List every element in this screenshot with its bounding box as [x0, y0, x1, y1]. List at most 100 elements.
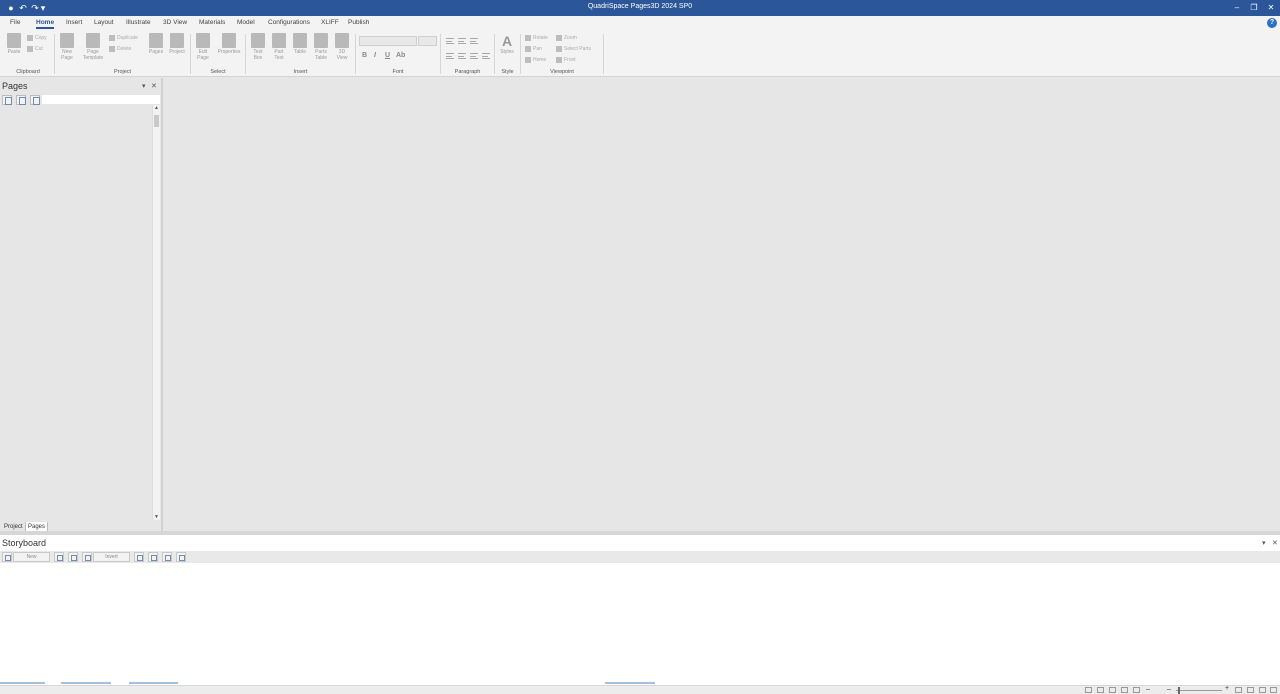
- zoom-slider[interactable]: [1176, 687, 1222, 694]
- parts-table-button[interactable]: Parts Table: [311, 33, 331, 61]
- page-up-icon[interactable]: [16, 95, 26, 105]
- camera-icon[interactable]: [1121, 687, 1128, 693]
- snap-icon[interactable]: [1109, 687, 1116, 693]
- cut-button[interactable]: Cut: [27, 45, 43, 53]
- zoom-button[interactable]: Zoom: [556, 34, 577, 42]
- minimize-button[interactable]: –: [1228, 0, 1246, 16]
- pages-panel-pin-icon[interactable]: ▾: [142, 82, 146, 90]
- scroll-up-icon[interactable]: ▲: [154, 105, 159, 111]
- edit-page-button[interactable]: Edit Page: [193, 33, 213, 61]
- align-left-icon[interactable]: [446, 53, 454, 59]
- tab-3d-view[interactable]: 3D View: [163, 19, 187, 26]
- tab-file[interactable]: File: [10, 19, 20, 26]
- properties-button[interactable]: Properties: [215, 33, 243, 55]
- status-minus-icon[interactable]: –: [1146, 686, 1150, 693]
- zoom-slider-knob[interactable]: [1178, 687, 1181, 694]
- storyboard-tab-marker: [0, 682, 45, 684]
- storyboard-pin-icon[interactable]: ▾: [1262, 539, 1266, 547]
- page-down-icon[interactable]: [30, 95, 40, 105]
- text-box-button[interactable]: Text Box: [248, 33, 268, 61]
- table-button[interactable]: Table: [290, 33, 310, 55]
- pages-list[interactable]: [0, 105, 152, 520]
- zoom-out-button[interactable]: –: [1167, 686, 1171, 693]
- justify-icon[interactable]: [482, 53, 490, 59]
- tab-publish[interactable]: Publish: [348, 19, 369, 26]
- tab-layout[interactable]: Layout: [94, 19, 114, 26]
- bullet-list-icon[interactable]: [446, 38, 454, 44]
- copy-button[interactable]: Copy: [27, 34, 47, 42]
- storyboard-expand-icon[interactable]: [134, 552, 144, 562]
- pages-panel-close-icon[interactable]: ✕: [151, 82, 157, 90]
- tab-model[interactable]: Model: [237, 19, 255, 26]
- full-screen-icon[interactable]: [1270, 687, 1277, 693]
- restore-button[interactable]: ❐: [1245, 0, 1263, 16]
- font-size-select[interactable]: [418, 36, 437, 46]
- single-page-view-icon[interactable]: [1235, 687, 1242, 693]
- tab-insert[interactable]: Insert: [66, 19, 82, 26]
- storyboard-add-icon[interactable]: [2, 552, 12, 562]
- delete-button[interactable]: Delete: [109, 45, 131, 53]
- pages-button[interactable]: Pages: [146, 33, 166, 55]
- tab-configurations[interactable]: Configurations: [268, 19, 310, 26]
- grid-icon[interactable]: [1097, 687, 1104, 693]
- front-view-button[interactable]: Front: [556, 56, 576, 64]
- underline-button[interactable]: U: [385, 52, 390, 59]
- select-parts-button[interactable]: Select Parts: [556, 45, 591, 53]
- tab-materials[interactable]: Materials: [199, 19, 225, 26]
- add-page-icon[interactable]: [2, 95, 12, 105]
- new-page-icon: [60, 33, 74, 48]
- tab-illustrate[interactable]: Illustrate: [126, 19, 151, 26]
- help-icon[interactable]: ?: [1267, 18, 1277, 28]
- document-canvas[interactable]: [163, 78, 1280, 531]
- italic-button[interactable]: I: [374, 52, 376, 59]
- storyboard-link-icon[interactable]: [162, 552, 172, 562]
- page-template-button[interactable]: Page Template: [80, 33, 106, 61]
- style-group-label: Style: [501, 69, 514, 75]
- project-button[interactable]: Project: [166, 33, 188, 55]
- align-center-icon[interactable]: [458, 53, 466, 59]
- align-right-icon[interactable]: [470, 53, 478, 59]
- fit-width-icon[interactable]: [1259, 687, 1266, 693]
- styles-button[interactable]: A Styles: [497, 33, 517, 55]
- new-page-button[interactable]: New Page: [57, 33, 77, 61]
- pan-button[interactable]: Pan: [525, 45, 542, 53]
- tab-xliff[interactable]: XLIFF: [321, 19, 339, 26]
- close-window-button[interactable]: ✕: [1262, 0, 1280, 16]
- storyboard-move-down-icon[interactable]: [68, 552, 78, 562]
- bold-button[interactable]: B: [362, 52, 367, 59]
- font-family-select[interactable]: [359, 36, 417, 46]
- insert-group-label: Insert: [293, 69, 308, 75]
- scroll-thumb[interactable]: [154, 115, 159, 127]
- storyboard-grid-icon[interactable]: [148, 552, 158, 562]
- storyboard-close-icon[interactable]: ✕: [1272, 539, 1278, 547]
- tab-home[interactable]: Home: [36, 19, 55, 29]
- storyboard-new-button[interactable]: New: [13, 552, 50, 562]
- front-label: Front: [564, 57, 576, 63]
- storyboard-capture-icon[interactable]: [82, 552, 92, 562]
- font-group-label: Font: [392, 69, 404, 75]
- 3d-view-button[interactable]: 3D View: [332, 33, 352, 61]
- storyboard-invert-button[interactable]: Invert: [93, 552, 130, 562]
- paste-button[interactable]: Paste: [4, 33, 24, 55]
- styles-icon: A: [501, 33, 513, 49]
- styles-label: Styles: [500, 49, 514, 55]
- storyboard-tab-marker: [605, 682, 655, 684]
- duplicate-button[interactable]: Duplicate: [109, 34, 138, 42]
- scroll-down-icon[interactable]: ▼: [154, 514, 159, 520]
- storyboard-move-up-icon[interactable]: [54, 552, 64, 562]
- pages-scrollbar[interactable]: ▲ ▼: [152, 105, 160, 520]
- fit-page-icon[interactable]: [1085, 687, 1092, 693]
- new-page-label-2: Page: [61, 55, 73, 61]
- pen-icon[interactable]: [1133, 687, 1140, 693]
- increase-indent-icon[interactable]: [470, 38, 478, 44]
- rotate-label: Rotate: [533, 35, 548, 41]
- storyboard-tab-marker: [61, 682, 111, 684]
- decrease-indent-icon[interactable]: [458, 38, 466, 44]
- two-page-view-icon[interactable]: [1247, 687, 1254, 693]
- rotate-button[interactable]: Rotate: [525, 34, 548, 42]
- home-view-button[interactable]: Home: [525, 56, 546, 64]
- storyboard-export-icon[interactable]: [176, 552, 186, 562]
- part-text-button[interactable]: Part Text: [269, 33, 289, 61]
- font-color-button[interactable]: Ab: [396, 52, 405, 59]
- zoom-in-button[interactable]: +: [1225, 685, 1229, 692]
